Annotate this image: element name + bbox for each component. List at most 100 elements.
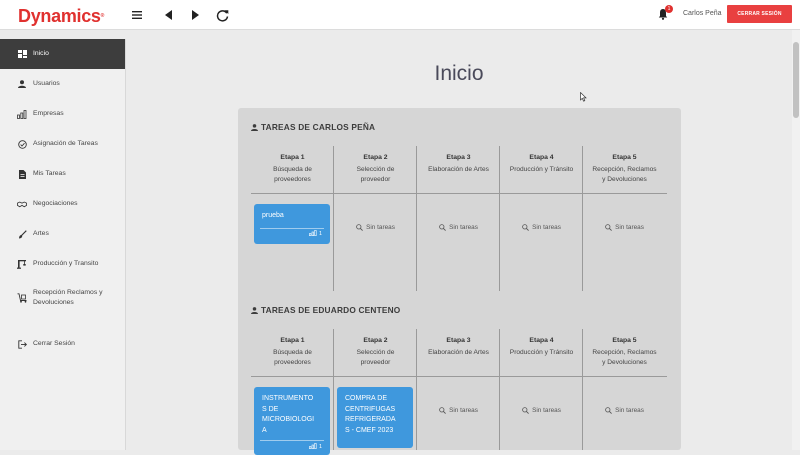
stage-name: Producción y Tránsito (509, 349, 574, 356)
task-card[interactable]: COMPRA DE CENTRIFUGAS REFRIGERADA S - CMEF … (337, 387, 413, 448)
empty-stage: Sin tareas (583, 407, 666, 414)
sidebar-item-label: Cerrar Sesión (33, 340, 75, 347)
section-title-eduardo: TAREAS DE EDUARDO CENTENO (251, 305, 400, 316)
empty-stage: Sin tareas (500, 407, 583, 414)
back-icon[interactable] (160, 6, 178, 24)
stage-number: Etapa 4 (529, 154, 554, 161)
forward-icon[interactable] (186, 6, 204, 24)
logout-icon (17, 339, 27, 349)
page-title: Inicio (434, 62, 484, 85)
empty-stage: Sin tareas (583, 224, 666, 231)
sidebar-item-asignacion-tareas[interactable]: Asignación de Tareas (0, 138, 125, 150)
stage-header-2: Etapa 2 Selección de proveedor (334, 337, 417, 368)
document-icon (17, 169, 27, 179)
dashboard-icon (17, 49, 27, 59)
stage-header-1: Etapa 1 Búsqueda de proveedores (251, 154, 334, 185)
notification-count-badge: 1 (665, 5, 673, 13)
empty-stage: Sin tareas (417, 407, 500, 414)
page-scrollbar[interactable] (792, 30, 800, 450)
chart-icon (17, 109, 27, 119)
search-icon (439, 407, 447, 414)
empty-stage: Sin tareas (334, 224, 417, 231)
stage-number: Etapa 1 (280, 154, 305, 161)
stage-number: Etapa 1 (280, 337, 305, 344)
column-divider (582, 146, 583, 291)
stage-name: Selección de proveedor (356, 349, 395, 366)
stage-header-4: Etapa 4 Producción y Tránsito (500, 154, 583, 175)
dolly-icon (17, 293, 27, 303)
sidebar-item-mis-tareas[interactable]: Mis Tareas (0, 168, 125, 180)
user-icon (251, 123, 258, 133)
stage-number: Etapa 2 (363, 154, 388, 161)
sidebar: Inicio Usuarios Empresas Asignación de T… (0, 39, 126, 450)
sidebar-item-negociaciones[interactable]: Negociaciones (0, 198, 125, 210)
sidebar-item-label: Inicio (33, 50, 49, 57)
stage-number: Etapa 4 (529, 337, 554, 344)
sidebar-item-empresas[interactable]: Empresas (0, 108, 125, 120)
stats-icon (309, 230, 317, 238)
stage-header-5: Etapa 5 Recepción, Reclamos y Devolucione… (583, 337, 666, 368)
stage-number: Etapa 3 (446, 337, 471, 344)
stage-header-5: Etapa 5 Recepción, Reclamos y Devolucione… (583, 154, 666, 185)
column-divider (499, 329, 500, 450)
sidebar-item-artes[interactable]: Artes (0, 228, 125, 240)
divider (251, 376, 667, 377)
top-bar: Dynamics® 1 Carlos Peña CERRAR SESIÓN (0, 0, 800, 30)
stage-header-3: Etapa 3 Elaboración de Artes (417, 154, 500, 175)
column-divider (499, 146, 500, 291)
stage-number: Etapa 3 (446, 154, 471, 161)
sidebar-item-recepcion-reclamos[interactable]: Recepción Reclamos y Devoluciones (0, 288, 125, 310)
sidebar-item-label: Usuarios (33, 80, 60, 87)
task-card[interactable]: INSTRUMENTO S DE MICROBIOLOGI A 1 (254, 387, 330, 455)
stage-name: Recepción, Reclamos y Devoluciones (592, 166, 657, 183)
stage-header-1: Etapa 1 Búsqueda de proveedores (251, 337, 334, 368)
sidebar-item-label: Artes (33, 230, 49, 237)
search-icon (439, 224, 447, 231)
empty-stage: Sin tareas (500, 224, 583, 231)
menu-icon[interactable] (128, 6, 146, 24)
task-name: prueba (262, 212, 284, 219)
stage-header-3: Etapa 3 Elaboración de Artes (417, 337, 500, 358)
app-logo[interactable]: Dynamics® (18, 7, 104, 25)
search-icon (605, 407, 613, 414)
stage-name: Búsqueda de proveedores (273, 166, 312, 183)
sidebar-item-label: Empresas (33, 110, 64, 117)
search-icon (356, 224, 364, 231)
user-icon (251, 306, 258, 316)
task-count: 1 (319, 231, 323, 237)
stage-name: Elaboración de Artes (428, 349, 489, 356)
check-circle-icon (17, 139, 27, 149)
task-name: COMPRA DE CENTRIFUGAS REFRIGERADA S - CMEF … (345, 395, 396, 434)
section-title-carlos: TAREAS DE CARLOS PEÑA (251, 122, 375, 133)
sidebar-item-label: Negociaciones (33, 200, 78, 207)
sidebar-item-label: Asignación de Tareas (33, 140, 98, 147)
task-card[interactable]: prueba 1 (254, 204, 330, 244)
sidebar-item-cerrar-sesion[interactable]: Cerrar Sesión (0, 338, 125, 350)
search-icon (522, 224, 530, 231)
sidebar-item-inicio[interactable]: Inicio (0, 39, 125, 69)
column-divider (582, 329, 583, 450)
search-icon (605, 224, 613, 231)
current-user-name: Carlos Peña (683, 10, 722, 17)
mouse-pointer-icon (580, 89, 587, 107)
column-divider (333, 329, 334, 450)
crane-icon (17, 259, 27, 269)
task-footer: 1 (309, 230, 322, 238)
stage-name: Selección de proveedor (356, 166, 395, 183)
stage-name: Elaboración de Artes (428, 166, 489, 173)
brush-icon (17, 229, 27, 239)
stage-number: Etapa 5 (612, 154, 637, 161)
scrollbar-thumb[interactable] (793, 42, 799, 118)
divider (260, 440, 324, 441)
sidebar-item-produccion-transito[interactable]: Producción y Transito (0, 258, 125, 270)
tasks-board-card: TAREAS DE CARLOS PEÑA Etapa 1 Búsqueda d… (238, 108, 681, 455)
reload-icon[interactable] (213, 6, 231, 24)
sidebar-item-label: Recepción Reclamos y Devoluciones (33, 289, 103, 306)
stage-header-4: Etapa 4 Producción y Tránsito (500, 337, 583, 358)
logout-button[interactable]: CERRAR SESIÓN (727, 5, 792, 23)
empty-stage: Sin tareas (417, 224, 500, 231)
user-icon (17, 79, 27, 89)
sidebar-item-usuarios[interactable]: Usuarios (0, 78, 125, 90)
column-divider (416, 146, 417, 291)
sidebar-item-label: Mis Tareas (33, 170, 66, 177)
